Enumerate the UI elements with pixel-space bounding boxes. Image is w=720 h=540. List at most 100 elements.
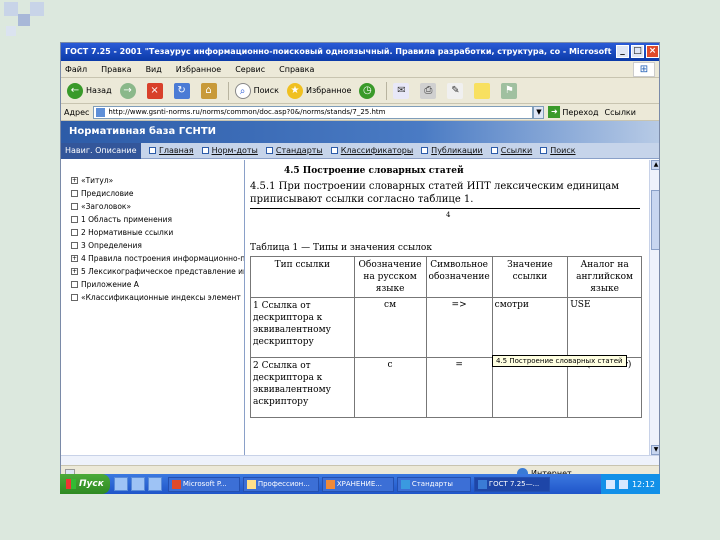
taskbar-item[interactable]: Профессион... (242, 476, 319, 492)
scroll-down-icon[interactable]: ▼ (651, 445, 659, 455)
tray-icon[interactable] (618, 479, 628, 489)
toc-item[interactable]: Предисловие (71, 189, 134, 198)
toc-item[interactable]: «Классификационные индексы элемент (71, 293, 241, 302)
go-button[interactable]: ➜ Переход (548, 106, 599, 118)
nav-link-publications[interactable]: Публикации (421, 146, 483, 155)
back-button[interactable]: ← Назад (67, 82, 112, 99)
toolbar-separator (386, 81, 388, 100)
nav-link-label: Главная (159, 146, 194, 155)
stop-icon: × (146, 82, 163, 99)
menu-bar: Файл Правка Вид Избранное Сервис Справка (61, 61, 659, 78)
scroll-thumb[interactable] (651, 190, 659, 250)
menu-tools[interactable]: Сервис (235, 65, 265, 74)
address-input[interactable]: http://www.gsnti-norms.ru/norms/common/d… (93, 105, 534, 119)
nav-link-home[interactable]: Главная (149, 146, 194, 155)
toolbar-separator (227, 81, 229, 100)
nav-link-label: Стандарты (275, 146, 323, 155)
toc-item[interactable]: +5 Лексикографическое представление инф (71, 267, 244, 276)
stop-button[interactable]: × (146, 82, 166, 99)
refresh-button[interactable]: ↻ (173, 82, 193, 99)
expand-toggle-icon[interactable] (71, 229, 78, 236)
history-button[interactable]: ◷ (359, 82, 378, 99)
minimize-button[interactable]: _ (616, 45, 629, 58)
corner-decoration (0, 0, 60, 45)
page-number: 4 (446, 211, 451, 219)
table-header: Обозначение на русском языке (353, 256, 427, 298)
toc-item[interactable]: 3 Определения (71, 241, 142, 250)
toc-item-label: 1 Область применения (81, 215, 172, 224)
back-label: Назад (86, 86, 112, 95)
home-button[interactable]: ⌂ (200, 82, 220, 99)
taskbar-item-active[interactable]: ГОСТ 7.25—... (473, 476, 550, 492)
clock: 12:12 (631, 479, 655, 489)
quick-launch-icon[interactable] (113, 477, 128, 491)
expand-toggle-icon[interactable]: + (71, 255, 78, 262)
table-cell: с (353, 357, 427, 418)
menu-file[interactable]: Файл (65, 65, 87, 74)
mail-button[interactable]: ✉ (393, 82, 412, 99)
edit-button[interactable]: ✎ (447, 82, 466, 99)
forward-button[interactable]: → (119, 82, 139, 99)
expand-toggle-icon[interactable] (71, 216, 78, 223)
expand-toggle-icon[interactable]: + (71, 177, 78, 184)
links-button[interactable]: Ссылки (605, 108, 636, 117)
start-button[interactable]: Пуск (60, 474, 110, 494)
messenger-button[interactable]: ⚑ (501, 82, 520, 99)
taskbar-item[interactable]: Microsoft P... (167, 476, 240, 492)
table-cell: 2 Ссылка от дескриптора к эквивалентному… (250, 357, 355, 418)
quick-launch-icon[interactable] (147, 477, 162, 491)
references-table: Тип ссылки Обозначение на русском языке … (250, 256, 642, 418)
nav-link-standards[interactable]: Стандарты (265, 146, 323, 155)
nav-link-links[interactable]: Ссылки (490, 146, 532, 155)
quick-launch (113, 477, 165, 491)
horizontal-scrollbar[interactable] (61, 455, 659, 465)
taskbar-item[interactable]: Стандарты (396, 476, 471, 492)
vertical-scrollbar[interactable]: ▲ ▼ (649, 160, 659, 455)
menu-edit[interactable]: Правка (101, 65, 131, 74)
expand-toggle-icon[interactable] (71, 281, 78, 288)
toc-item-label: 3 Определения (81, 241, 142, 250)
maximize-button[interactable]: □ (631, 45, 644, 58)
menu-help[interactable]: Справка (279, 65, 314, 74)
taskbar-item-label: Microsoft P... (182, 479, 227, 488)
forward-arrow-icon: → (119, 82, 136, 99)
toc-item[interactable]: 2 Нормативные ссылки (71, 228, 173, 237)
nav-link-search[interactable]: Поиск (540, 146, 576, 155)
toc-item[interactable]: 1 Область применения (71, 215, 172, 224)
go-arrow-icon: ➜ (548, 106, 561, 118)
close-button[interactable]: × (646, 45, 659, 58)
nav-link-label: Норм-доты (211, 146, 258, 155)
table-row: 1 Ссылка от дескриптора к эквивалентному… (250, 297, 642, 358)
toc-item[interactable]: Приложение А (71, 280, 139, 289)
toc-item[interactable]: «Заголовок» (71, 202, 131, 211)
address-bar: Адрес http://www.gsnti-norms.ru/norms/co… (61, 104, 659, 121)
nav-bullet-icon (421, 147, 429, 154)
expand-toggle-icon[interactable] (71, 190, 78, 197)
app-icon (400, 479, 410, 489)
discuss-button[interactable] (474, 82, 493, 99)
expand-toggle-icon[interactable] (71, 203, 78, 210)
expand-toggle-icon[interactable] (71, 242, 78, 249)
expand-toggle-icon[interactable] (71, 294, 78, 301)
taskbar-item-label: ХРАНЕНИЕ... (336, 479, 382, 488)
toc-item-label: «Заголовок» (81, 202, 132, 211)
taskbar-item[interactable]: ХРАНЕНИЕ... (321, 476, 394, 492)
favorites-button[interactable]: ★ Избранное (286, 82, 351, 99)
table-header: Значение ссылки (491, 256, 569, 298)
quick-launch-icon[interactable] (130, 477, 145, 491)
start-label: Пуск (79, 479, 104, 489)
toc-item[interactable]: + «Титул» (71, 176, 113, 185)
expand-toggle-icon[interactable]: + (71, 268, 78, 275)
search-button[interactable]: ⌕ Поиск (234, 82, 279, 99)
menu-favorites[interactable]: Избранное (176, 65, 221, 74)
menu-view[interactable]: Вид (146, 65, 162, 74)
print-button[interactable]: ⎙ (420, 82, 439, 99)
tray-icon[interactable] (605, 479, 615, 489)
table-cell: USE (567, 297, 642, 358)
toc-item[interactable]: +4 Правила построения информационно-пои (71, 254, 244, 263)
nav-link-classifiers[interactable]: Классификаторы (330, 146, 413, 155)
table-header: Тип ссылки (250, 256, 355, 298)
address-dropdown-button[interactable]: ▼ (533, 105, 545, 119)
scroll-up-icon[interactable]: ▲ (651, 160, 659, 170)
nav-link-norm-docs[interactable]: Норм-доты (201, 146, 258, 155)
